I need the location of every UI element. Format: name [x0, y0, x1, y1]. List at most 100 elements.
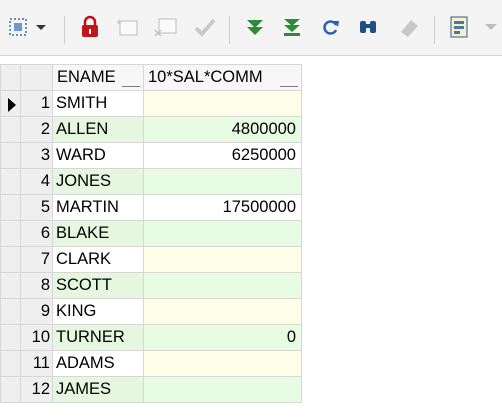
insert-record-button[interactable] [114, 14, 140, 40]
grid-select-dropdown[interactable] [33, 14, 49, 40]
row-indicator[interactable] [0, 116, 21, 143]
row-indicator[interactable] [0, 168, 21, 195]
grid-corner [0, 64, 21, 91]
delete-record-icon [154, 18, 177, 37]
row-indicator[interactable] [0, 324, 21, 351]
refresh-button[interactable] [318, 14, 344, 40]
single-record-view-icon [450, 16, 468, 38]
current-row-arrow-icon [8, 98, 16, 112]
table-row[interactable]: 6 BLAKE [0, 220, 302, 247]
cell-value[interactable] [143, 376, 302, 403]
cell-ename[interactable]: ADAMS [52, 350, 144, 377]
lock-button[interactable] [77, 14, 103, 40]
refresh-icon [323, 20, 339, 35]
column-header-ename[interactable]: ENAME [52, 64, 144, 91]
grid-select-icon [9, 18, 27, 36]
toolbar-separator [229, 16, 230, 44]
cell-value[interactable]: 4800000 [143, 116, 302, 143]
delete-record-button[interactable] [153, 14, 179, 40]
row-number[interactable]: 3 [20, 142, 53, 169]
fetch-last-page-button[interactable] [279, 14, 305, 40]
single-record-view-button[interactable] [446, 14, 472, 40]
row-indicator[interactable] [0, 376, 21, 403]
row-indicator[interactable] [0, 194, 21, 221]
row-number[interactable]: 9 [20, 298, 53, 325]
row-indicator[interactable] [0, 220, 21, 247]
more-button[interactable] [481, 14, 501, 40]
cell-value[interactable]: 6250000 [143, 142, 302, 169]
column-header-label: 10*SAL*COMM [148, 68, 263, 86]
cell-value[interactable] [143, 220, 302, 247]
more-arrow-icon [485, 24, 497, 30]
data-grid: ENAME 10*SAL*COMM 1 SMITH 2 ALLEN 4800000 3 WA… [0, 64, 502, 419]
grid-select-button[interactable] [5, 14, 31, 40]
row-indicator[interactable] [0, 90, 21, 117]
cell-value[interactable] [143, 272, 302, 299]
table-row[interactable]: 1 SMITH [0, 90, 302, 117]
row-number[interactable]: 7 [20, 246, 53, 273]
row-number[interactable]: 11 [20, 350, 53, 377]
lock-icon [82, 15, 98, 37]
table-row[interactable]: 2 ALLEN 4800000 [0, 116, 302, 143]
row-indicator[interactable] [0, 272, 21, 299]
cell-ename[interactable]: CLARK [52, 246, 144, 273]
table-row[interactable]: 11 ADAMS [0, 350, 302, 377]
row-number-header [20, 64, 53, 91]
column-filter-icon[interactable] [122, 70, 140, 87]
toolbar [0, 0, 502, 56]
row-indicator[interactable] [0, 142, 21, 169]
cell-value[interactable] [143, 246, 302, 273]
fetch-next-page-button[interactable] [242, 14, 268, 40]
row-number[interactable]: 6 [20, 220, 53, 247]
fetch-next-page-icon [247, 20, 263, 35]
post-changes-icon [194, 18, 216, 37]
column-header-value[interactable]: 10*SAL*COMM [143, 64, 302, 91]
find-button[interactable] [355, 14, 381, 40]
row-number[interactable]: 2 [20, 116, 53, 143]
table-row[interactable]: 4 JONES [0, 168, 302, 195]
column-filter-icon[interactable] [280, 70, 298, 87]
table-row[interactable]: 5 MARTIN 17500000 [0, 194, 302, 221]
insert-record-icon [117, 20, 138, 36]
cell-ename[interactable]: WARD [52, 142, 144, 169]
cell-ename[interactable]: BLAKE [52, 220, 144, 247]
cell-value[interactable]: 17500000 [143, 194, 302, 221]
cell-value[interactable] [143, 168, 302, 195]
cell-value[interactable] [143, 298, 302, 325]
header-row: ENAME 10*SAL*COMM [0, 64, 302, 91]
cell-ename[interactable]: ALLEN [52, 116, 144, 143]
row-indicator[interactable] [0, 246, 21, 273]
clear-button[interactable] [396, 14, 422, 40]
table-row[interactable]: 8 SCOTT [0, 272, 302, 299]
cell-ename[interactable]: SMITH [52, 90, 144, 117]
cell-ename[interactable]: KING [52, 298, 144, 325]
table-row[interactable]: 3 WARD 6250000 [0, 142, 302, 169]
cell-ename[interactable]: JAMES [52, 376, 144, 403]
row-number[interactable]: 10 [20, 324, 53, 351]
fetch-last-page-icon [284, 19, 300, 36]
post-changes-button[interactable] [192, 14, 218, 40]
cell-value[interactable]: 0 [143, 324, 302, 351]
table-row[interactable]: 12 JAMES [0, 376, 302, 403]
row-indicator[interactable] [0, 298, 21, 325]
row-number[interactable]: 8 [20, 272, 53, 299]
find-icon [360, 21, 376, 33]
row-number[interactable]: 1 [20, 90, 53, 117]
cell-ename[interactable]: MARTIN [52, 194, 144, 221]
row-number[interactable]: 5 [20, 194, 53, 221]
table-row[interactable]: 7 CLARK [0, 246, 302, 273]
grid-body: 1 SMITH 2 ALLEN 4800000 3 WARD 6250000 4 JONES 5 MA… [0, 90, 302, 403]
row-number[interactable]: 12 [20, 376, 53, 403]
toolbar-separator [64, 16, 65, 44]
toolbar-separator [434, 16, 435, 44]
cell-ename[interactable]: TURNER [52, 324, 144, 351]
column-header-label: ENAME [57, 68, 116, 86]
cell-ename[interactable]: SCOTT [52, 272, 144, 299]
cell-value[interactable] [143, 90, 302, 117]
row-number[interactable]: 4 [20, 168, 53, 195]
table-row[interactable]: 9 KING [0, 298, 302, 325]
row-indicator[interactable] [0, 350, 21, 377]
cell-value[interactable] [143, 350, 302, 377]
table-row[interactable]: 10 TURNER 0 [0, 324, 302, 351]
cell-ename[interactable]: JONES [52, 168, 144, 195]
